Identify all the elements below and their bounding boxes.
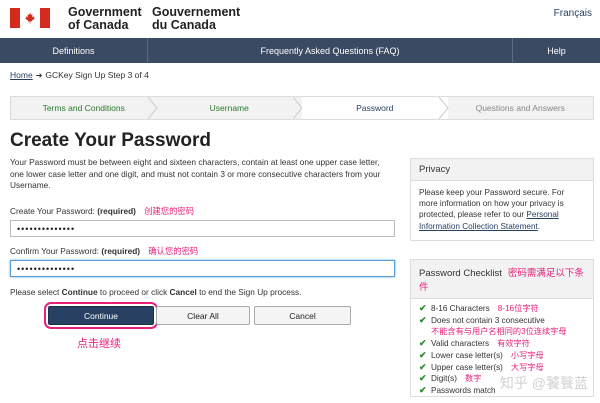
checklist-title: Password Checklist 密码需满足以下条件 bbox=[411, 260, 593, 299]
checkmark-icon: ✔ bbox=[419, 373, 427, 384]
checkmark-icon: ✔ bbox=[419, 384, 427, 395]
site-header: Government of Canada Gouvernement du Can… bbox=[0, 0, 600, 38]
checkmark-icon: ✔ bbox=[419, 303, 427, 313]
step-password: Password bbox=[302, 97, 449, 119]
list-item: 不能含有与用户名相同的3位连续字母 bbox=[431, 327, 567, 337]
create-password-input[interactable]: •••••••••••••• bbox=[10, 220, 395, 237]
password-rules-text: Your Password must be between eight and … bbox=[10, 157, 381, 190]
step-terms: Terms and Conditions bbox=[11, 97, 158, 119]
breadcrumb: Home ➜ GCKey Sign Up Step 3 of 4 bbox=[10, 70, 149, 80]
nav-item-faq[interactable]: Frequently Asked Questions (FAQ) bbox=[148, 38, 513, 63]
language-toggle-link[interactable]: Français bbox=[554, 8, 592, 19]
watermark: 知乎 @饕餮蓝 bbox=[499, 375, 588, 391]
create-password-label: Create Your Password: (required) 创建您的密码 bbox=[10, 206, 195, 216]
nav-item-definitions[interactable]: Definitions bbox=[0, 38, 148, 63]
government-title-fr: Gouvernement du Canada bbox=[152, 5, 241, 32]
continue-button[interactable]: Continue bbox=[48, 306, 154, 325]
confirm-password-label: Confirm Your Password: (required) 确认您的密码 bbox=[10, 246, 199, 256]
click-continue-annotation: 点击继续 bbox=[77, 338, 121, 350]
privacy-panel: Privacy Please keep your Password secure… bbox=[410, 158, 594, 241]
checkmark-icon: ✔ bbox=[419, 349, 427, 360]
government-title-en: Government of Canada bbox=[68, 5, 142, 32]
breadcrumb-arrow-icon: ➜ bbox=[35, 70, 43, 80]
privacy-title: Privacy bbox=[411, 159, 593, 181]
breadcrumb-current: GCKey Sign Up Step 3 of 4 bbox=[45, 70, 149, 80]
list-item: ✔ Upper case letter(s) 大写字母 bbox=[419, 361, 544, 372]
checkmark-icon: ✔ bbox=[419, 338, 427, 349]
create-password-annotation: 创建您的密码 bbox=[144, 206, 195, 216]
confirm-password-annotation: 确认您的密码 bbox=[148, 246, 199, 256]
main-nav: Definitions Frequently Asked Questions (… bbox=[0, 38, 600, 63]
canada-flag-icon bbox=[10, 8, 50, 28]
confirm-password-input[interactable]: •••••••••••••• bbox=[10, 260, 395, 277]
continue-instruction: Please select Continue to proceed or cli… bbox=[10, 287, 302, 297]
checkmark-icon: ✔ bbox=[419, 361, 427, 372]
step-questions: Questions and Answers bbox=[475, 103, 565, 113]
list-item: ✔ 8-16 Characters 8-16位字符 bbox=[419, 303, 539, 313]
step-username: Username bbox=[157, 97, 303, 119]
list-item: ✔ Valid characters 有效字符 bbox=[419, 338, 530, 349]
cancel-button[interactable]: Cancel bbox=[254, 306, 351, 325]
list-item: ✔ Lower case letter(s) 小写字母 bbox=[419, 349, 544, 360]
clear-all-button[interactable]: Clear All bbox=[156, 306, 250, 325]
privacy-text: Please keep your Password secure. For mo… bbox=[419, 188, 565, 231]
checkmark-icon: ✔ bbox=[419, 314, 427, 325]
progress-steps: Terms and Conditions Username Password Q… bbox=[10, 96, 594, 120]
nav-item-help[interactable]: Help bbox=[513, 38, 600, 63]
breadcrumb-home-link[interactable]: Home bbox=[10, 70, 33, 80]
page-title: Create Your Password bbox=[10, 130, 211, 151]
list-item: ✔ Does not contain 3 consecutive bbox=[419, 314, 545, 325]
